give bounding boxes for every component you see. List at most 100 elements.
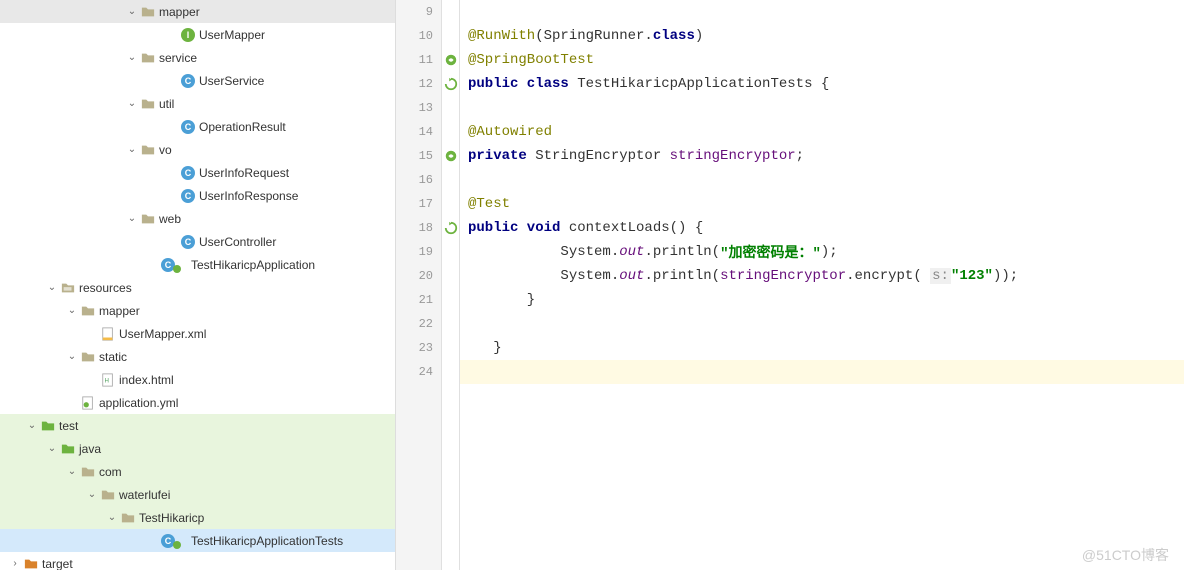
line-number: 16: [396, 168, 441, 192]
tree-item[interactable]: ⌄ com: [0, 460, 395, 483]
tree-item[interactable]: COperationResult: [0, 115, 395, 138]
gutter-marker: [442, 72, 459, 96]
line-number: 24: [396, 360, 441, 384]
tree-item[interactable]: ⌄ mapper: [0, 299, 395, 322]
tree-label: TestHikaricpApplication: [191, 258, 315, 272]
tree-item[interactable]: UserMapper.xml: [0, 322, 395, 345]
code-line[interactable]: @Autowired: [460, 120, 1184, 144]
code-line[interactable]: @RunWith(SpringRunner.class): [460, 24, 1184, 48]
tree-label: test: [59, 419, 78, 433]
tree-label: resources: [79, 281, 132, 295]
code-line[interactable]: private StringEncryptor stringEncryptor;: [460, 144, 1184, 168]
chevron-icon[interactable]: ⌄: [127, 144, 137, 155]
tree-label: mapper: [99, 304, 140, 318]
tree-item[interactable]: ⌄ java: [0, 437, 395, 460]
tree-item[interactable]: ⌄waterlufei: [0, 483, 395, 506]
chevron-icon[interactable]: ⌄: [127, 6, 137, 17]
tree-item[interactable]: Hindex.html: [0, 368, 395, 391]
line-number: 22: [396, 312, 441, 336]
code-line[interactable]: }: [460, 288, 1184, 312]
chevron-icon[interactable]: ⌄: [27, 420, 37, 431]
tree-item[interactable]: ⌄ test: [0, 414, 395, 437]
code-line[interactable]: [460, 96, 1184, 120]
tree-label: UserMapper: [199, 28, 265, 42]
tree-item[interactable]: ⌄ web: [0, 207, 395, 230]
chevron-icon[interactable]: ⌄: [107, 512, 117, 523]
code-line[interactable]: System.out.println(stringEncryptor.encry…: [460, 264, 1184, 288]
tree-item[interactable]: ⌄ vo: [0, 138, 395, 161]
tree-item[interactable]: application.yml: [0, 391, 395, 414]
tree-item[interactable]: ⌄ resources: [0, 276, 395, 299]
chevron-icon[interactable]: ›: [10, 558, 20, 569]
line-number: 15: [396, 144, 441, 168]
tree-label: UserMapper.xml: [119, 327, 206, 341]
code-line[interactable]: }: [460, 336, 1184, 360]
code-line[interactable]: [460, 360, 1184, 384]
code-line[interactable]: public void contextLoads() {: [460, 216, 1184, 240]
tree-label: vo: [159, 143, 172, 157]
tree-label: static: [99, 350, 127, 364]
spring-icon: [444, 53, 458, 67]
code-line[interactable]: [460, 0, 1184, 24]
code-line[interactable]: @Test: [460, 192, 1184, 216]
tree-label: UserController: [199, 235, 276, 249]
gutter-marker: [442, 144, 459, 168]
chevron-icon[interactable]: ⌄: [67, 305, 77, 316]
chevron-icon[interactable]: ⌄: [87, 489, 97, 500]
gutter-marker: [442, 48, 459, 72]
tree-label: com: [99, 465, 122, 479]
code-area[interactable]: @RunWith(SpringRunner.class) @SpringBoot…: [460, 0, 1184, 570]
spring-icon: [444, 149, 458, 163]
tree-label: TestHikaricpApplicationTests: [191, 534, 343, 548]
run-icon: [444, 77, 458, 91]
chevron-icon[interactable]: ⌄: [127, 213, 137, 224]
tree-label: OperationResult: [199, 120, 286, 134]
tree-item[interactable]: IUserMapper: [0, 23, 395, 46]
line-gutter: 9101112131415161718192021222324: [396, 0, 442, 570]
tree-item[interactable]: ›target: [0, 552, 395, 570]
chevron-icon[interactable]: ⌄: [47, 282, 57, 293]
code-line[interactable]: System.out.println("加密密码是：");: [460, 240, 1184, 264]
tree-item[interactable]: ⌄mapper: [0, 0, 395, 23]
tree-item[interactable]: CUserController: [0, 230, 395, 253]
chevron-icon[interactable]: ⌄: [127, 98, 137, 109]
tree-item[interactable]: CUserInfoResponse: [0, 184, 395, 207]
code-editor[interactable]: 9101112131415161718192021222324 @RunWith…: [396, 0, 1184, 570]
code-line[interactable]: @SpringBootTest: [460, 48, 1184, 72]
line-number: 18: [396, 216, 441, 240]
chevron-icon[interactable]: ⌄: [127, 52, 137, 63]
chevron-icon[interactable]: ⌄: [67, 466, 77, 477]
tree-label: TestHikaricp: [139, 511, 204, 525]
tree-label: application.yml: [99, 396, 178, 410]
tree-label: UserInfoRequest: [199, 166, 289, 180]
line-number: 20: [396, 264, 441, 288]
tree-label: java: [79, 442, 101, 456]
tree-label: util: [159, 97, 174, 111]
gutter-marker: [442, 216, 459, 240]
tree-label: index.html: [119, 373, 174, 387]
tree-item[interactable]: ⌄ TestHikaricp: [0, 506, 395, 529]
chevron-icon[interactable]: ⌄: [47, 443, 57, 454]
tree-label: UserService: [199, 74, 264, 88]
tree-item[interactable]: ⌄ util: [0, 92, 395, 115]
code-line[interactable]: public class TestHikaricpApplicationTest…: [460, 72, 1184, 96]
tree-item[interactable]: CUserInfoRequest: [0, 161, 395, 184]
line-number: 11: [396, 48, 441, 72]
tree-item[interactable]: ⌄service: [0, 46, 395, 69]
chevron-icon[interactable]: ⌄: [67, 351, 77, 362]
code-line[interactable]: [460, 168, 1184, 192]
tree-item[interactable]: ⌄ static: [0, 345, 395, 368]
line-number: 13: [396, 96, 441, 120]
project-tree[interactable]: ⌄mapperIUserMapper⌄serviceCUserService⌄u…: [0, 0, 396, 570]
tree-item[interactable]: CTestHikaricpApplication: [0, 253, 395, 276]
tree-item[interactable]: CUserService: [0, 69, 395, 92]
line-number: 9: [396, 0, 441, 24]
code-line[interactable]: [460, 312, 1184, 336]
watermark: @51CTO博客: [1082, 545, 1169, 565]
line-number: 23: [396, 336, 441, 360]
line-number: 21: [396, 288, 441, 312]
marker-column: [442, 0, 460, 570]
tree-label: web: [159, 212, 181, 226]
line-number: 10: [396, 24, 441, 48]
tree-item[interactable]: CTestHikaricpApplicationTests: [0, 529, 395, 552]
